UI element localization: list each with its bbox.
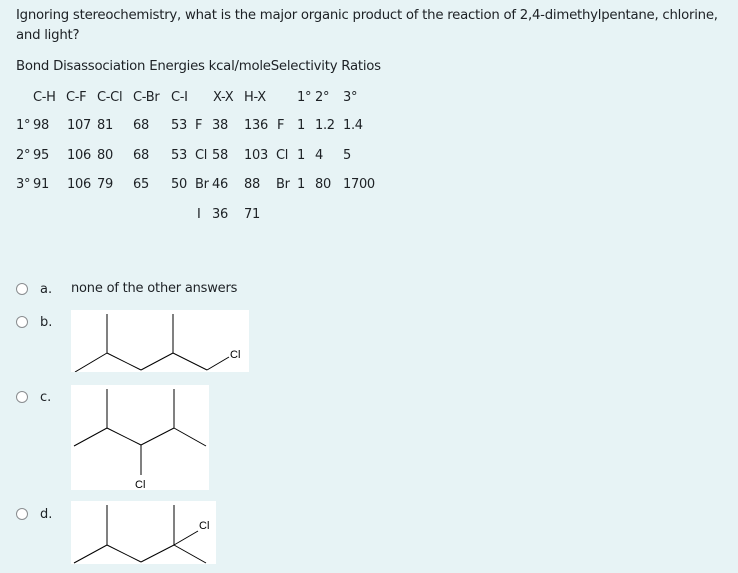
cell-ccl: 79 [97, 177, 113, 192]
row-type: 2° [16, 148, 31, 163]
cell-s2: 1.2 [315, 118, 335, 133]
cell-hx: 88 [244, 177, 260, 192]
cell-s3: 1.4 [343, 118, 363, 133]
option-letter: b. [40, 315, 53, 330]
header-hx: H-X [244, 90, 266, 105]
cell-s1: 1 [297, 177, 305, 192]
skeletal-bonds [73, 389, 207, 475]
chlorine-label: Cl [135, 479, 145, 490]
cell-ccl: 81 [97, 118, 113, 133]
cell-s1: 1 [297, 148, 305, 163]
chlorine-label: Cl [230, 349, 240, 361]
cell-hx: 136 [244, 118, 268, 133]
header-ccl: C-Cl [97, 90, 123, 105]
cell-s2: 80 [315, 177, 331, 192]
cell-xx: 38 [212, 118, 228, 133]
question-text: Ignoring stereochemistry, what is the ma… [16, 8, 718, 43]
cell-ch: 95 [33, 148, 49, 163]
radio-button-a[interactable] [16, 283, 28, 295]
cell-ci: 53 [171, 118, 187, 133]
cell-ci: 50 [171, 177, 187, 192]
cell-s3: 1700 [343, 177, 375, 192]
cell-sx: Br [276, 177, 290, 192]
row-type: 1° [16, 118, 31, 133]
header-ch: C-H [33, 90, 56, 105]
header-cbr: C-Br [133, 90, 160, 105]
cell-s1: 1 [297, 118, 305, 133]
option-c[interactable]: c. [16, 390, 51, 406]
cell-cf: 106 [67, 177, 91, 192]
header-2: 2° [315, 90, 330, 105]
radio-button-d[interactable] [16, 508, 28, 520]
cell-xx: 46 [212, 177, 228, 192]
option-letter: a. [40, 282, 53, 297]
option-d[interactable]: d. [16, 507, 52, 523]
cell-ch: 91 [33, 177, 49, 192]
header-cf: C-F [66, 90, 87, 105]
option-letter: d. [40, 507, 53, 522]
cell-cbr: 68 [133, 148, 149, 163]
cell-ccl: 80 [97, 148, 113, 163]
table-title: Bond Disassociation Energies kcal/moleSe… [16, 59, 381, 74]
option-letter: c. [40, 390, 52, 405]
cell-hx: 103 [244, 148, 268, 163]
structure-b-image[interactable]: Cl [71, 310, 249, 372]
structure-c-image[interactable]: Cl [71, 385, 209, 490]
radio-button-b[interactable] [16, 316, 28, 328]
skeletal-bonds [74, 314, 230, 372]
option-a[interactable]: a. [16, 282, 52, 298]
option-b[interactable]: b. [16, 315, 52, 331]
option-a-text[interactable]: none of the other answers [71, 281, 237, 297]
cell-x: I [197, 207, 201, 222]
cell-xx: 58 [212, 148, 228, 163]
row-type: 3° [16, 177, 31, 192]
cell-s2: 4 [315, 148, 323, 163]
cell-ch: 98 [33, 118, 49, 133]
cell-cbr: 65 [133, 177, 149, 192]
header-1: 1° [297, 90, 312, 105]
cell-sx: F [277, 118, 285, 133]
cell-hx: 71 [244, 207, 260, 222]
cell-cf: 107 [67, 118, 91, 133]
structure-d-image[interactable]: Cl [71, 501, 216, 564]
skeletal-bonds [73, 505, 207, 564]
structure-b-svg: Cl [74, 314, 240, 372]
cell-xx: 36 [212, 207, 228, 222]
header-ci: C-I [171, 90, 188, 105]
structure-d-svg: Cl [73, 505, 209, 564]
cell-x: Cl [195, 148, 208, 163]
cell-s3: 5 [343, 148, 351, 163]
header-xx: X-X [213, 90, 234, 105]
cell-cf: 106 [67, 148, 91, 163]
chlorine-label: Cl [199, 520, 209, 532]
cell-x: Br [195, 177, 209, 192]
cell-ci: 53 [171, 148, 187, 163]
cell-x: F [195, 118, 203, 133]
cell-sx: Cl [276, 148, 289, 163]
radio-button-c[interactable] [16, 391, 28, 403]
header-3: 3° [343, 90, 358, 105]
structure-c-svg: Cl [73, 389, 207, 490]
cell-cbr: 68 [133, 118, 149, 133]
